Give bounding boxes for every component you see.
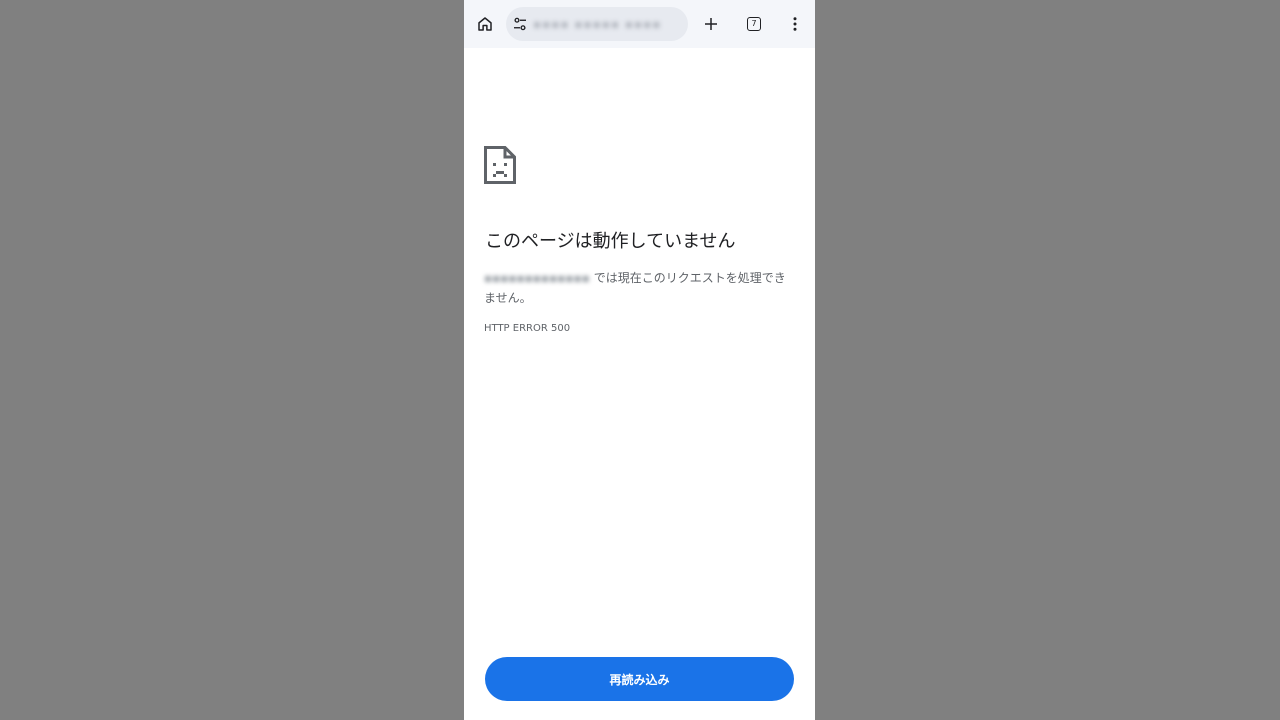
- tab-count: 7: [751, 19, 757, 28]
- tab-switcher-icon: 7: [747, 17, 761, 31]
- browser-toolbar: ▪▪▪▪ ▪▪▪▪▪ ▪▪▪▪ 7: [464, 0, 815, 48]
- reload-button[interactable]: 再読み込み: [485, 657, 794, 701]
- error-title: このページは動作していません: [485, 231, 736, 252]
- reload-button-label: 再読み込み: [609, 672, 670, 687]
- error-description: ▪▪▪▪▪▪▪▪▪▪▪▪▪ では現在このリクエストを処理できません。: [484, 268, 794, 308]
- new-tab-button[interactable]: [695, 8, 727, 40]
- address-bar[interactable]: ▪▪▪▪ ▪▪▪▪▪ ▪▪▪▪: [506, 7, 688, 41]
- error-code: HTTP ERROR 500: [484, 323, 571, 334]
- tab-switcher-button[interactable]: 7: [738, 8, 770, 40]
- browser-viewport: ▪▪▪▪ ▪▪▪▪▪ ▪▪▪▪ 7 このページは動作していません ▪▪▪▪▪▪▪…: [464, 0, 815, 720]
- url-text: ▪▪▪▪ ▪▪▪▪▪ ▪▪▪▪: [533, 17, 662, 31]
- tune-icon[interactable]: [511, 15, 529, 33]
- more-vert-icon: [793, 17, 797, 31]
- more-menu-button[interactable]: [779, 8, 811, 40]
- home-icon: [478, 17, 492, 31]
- error-host: ▪▪▪▪▪▪▪▪▪▪▪▪▪: [484, 271, 590, 285]
- home-button[interactable]: [469, 8, 501, 40]
- plus-icon: [705, 18, 717, 30]
- sad-page-icon: [484, 146, 516, 184]
